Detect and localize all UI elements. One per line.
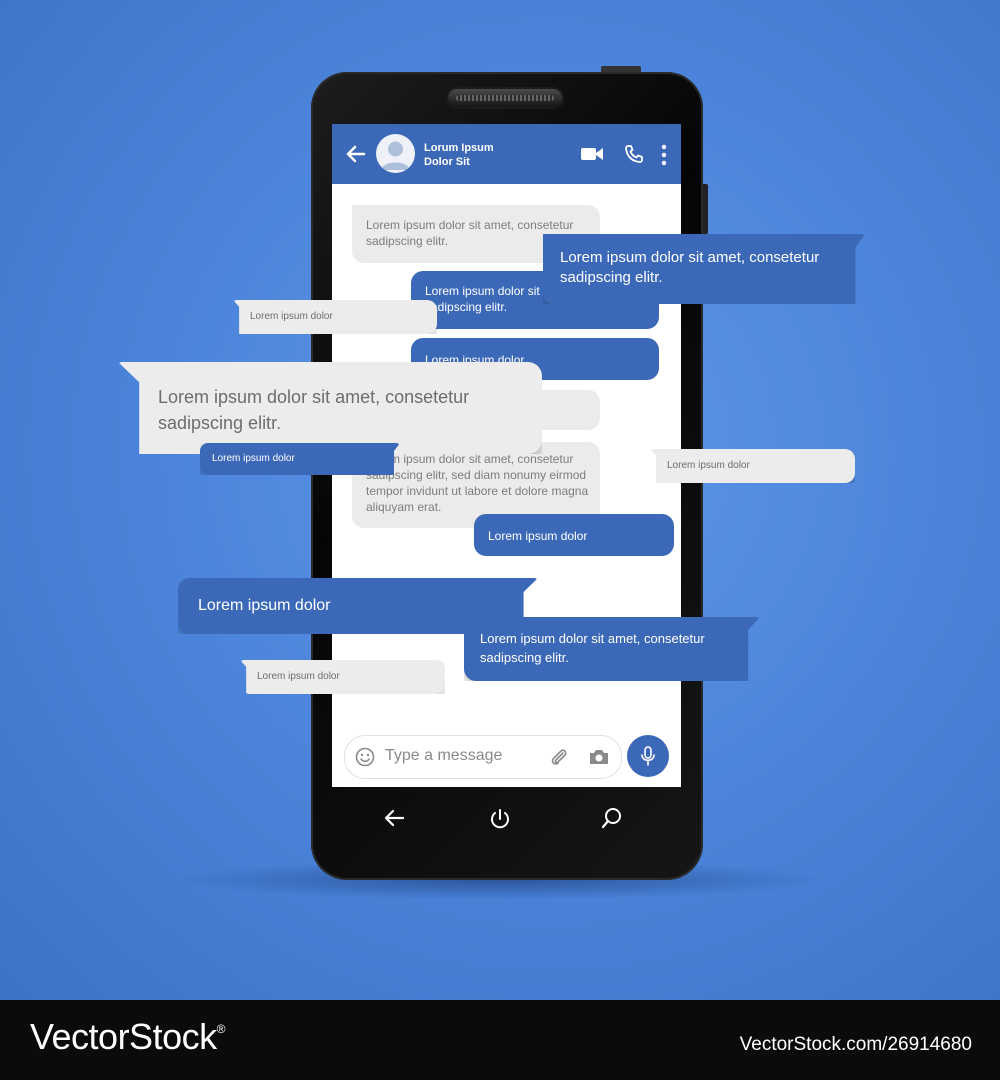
- microphone-button[interactable]: [627, 735, 669, 777]
- phone-nav-bar: [311, 794, 703, 844]
- avatar[interactable]: [376, 134, 415, 173]
- message-input[interactable]: Type a message: [385, 747, 502, 765]
- message-outgoing: Lorem ipsum dolor: [474, 514, 674, 556]
- floating-bubble: Lorem ipsum dolor: [650, 449, 855, 483]
- nav-back-icon[interactable]: [383, 807, 405, 829]
- emoji-icon[interactable]: [355, 747, 375, 767]
- message-input-bar[interactable]: Type a message: [344, 735, 622, 779]
- video-call-icon[interactable]: [580, 144, 604, 164]
- phone-side-button: [703, 184, 708, 234]
- contact-name[interactable]: Lorum Ipsum Dolor Sit: [424, 141, 494, 169]
- power-icon[interactable]: [489, 807, 511, 831]
- microphone-icon: [641, 746, 655, 766]
- watermark-logo: VectorStock®: [30, 1016, 225, 1057]
- contact-name-line1: Lorum Ipsum: [424, 142, 494, 154]
- phone-speaker: [448, 89, 562, 107]
- floating-bubble: Lorem ipsum dolor sit amet, consetetur s…: [118, 362, 542, 454]
- camera-icon[interactable]: [588, 748, 610, 766]
- illustration-stage: Lorum Ipsum Dolor Sit Lorem ipsum dolor …: [0, 0, 1000, 1000]
- floating-bubble: Lorem ipsum dolor: [200, 443, 400, 475]
- floating-bubble: Lorem ipsum dolor: [240, 660, 445, 694]
- avatar-icon: [381, 141, 410, 170]
- more-vertical-icon[interactable]: [660, 144, 668, 166]
- search-icon[interactable]: [600, 806, 624, 830]
- watermark-footer: VectorStock® VectorStock.com/26914680: [0, 1000, 1000, 1080]
- paperclip-icon[interactable]: [548, 746, 570, 768]
- chat-header: Lorum Ipsum Dolor Sit: [332, 124, 681, 184]
- floating-bubble: Lorem ipsum dolor: [233, 300, 437, 334]
- back-arrow-icon[interactable]: [344, 143, 366, 165]
- watermark-reference: VectorStock.com/26914680: [739, 1034, 972, 1055]
- floating-bubble: Lorem ipsum dolor sit amet, consetetur s…: [464, 617, 760, 681]
- message-incoming: [532, 390, 600, 430]
- contact-name-line2: Dolor Sit: [424, 156, 470, 168]
- floating-bubble: Lorem ipsum dolor sit amet, consetetur s…: [543, 234, 865, 304]
- phone-top-button: [601, 66, 641, 72]
- phone-icon[interactable]: [624, 144, 644, 164]
- smartphone: Lorum Ipsum Dolor Sit Lorem ipsum dolor …: [311, 66, 708, 880]
